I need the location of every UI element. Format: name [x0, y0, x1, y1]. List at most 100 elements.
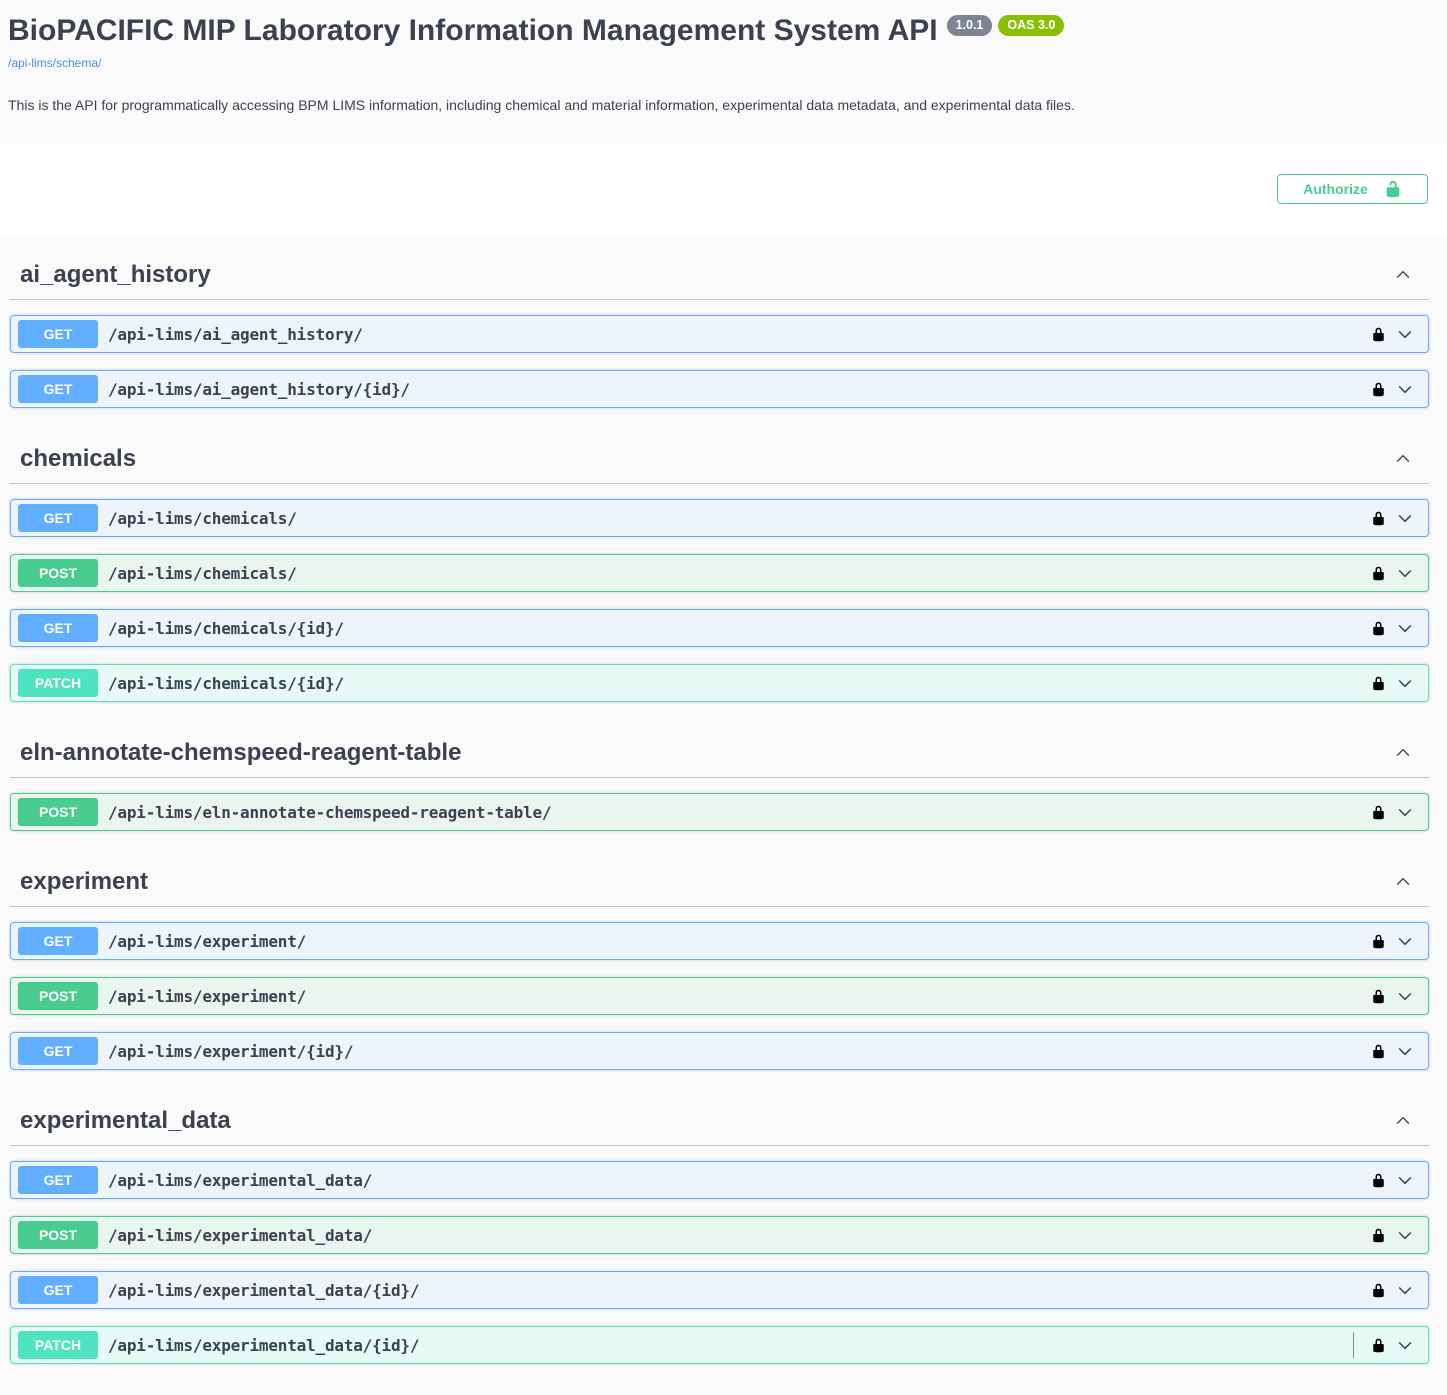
lock-icon[interactable] [1371, 620, 1386, 637]
endpoint-row-controls [1371, 1225, 1415, 1245]
endpoint-row[interactable]: PATCH /api-lims/chemicals/{id}/ [10, 664, 1429, 702]
chevron-down-icon[interactable] [1395, 986, 1415, 1006]
section-title: experiment [20, 868, 148, 896]
section-header[interactable]: chemicals [10, 425, 1429, 484]
endpoint-path[interactable]: /api-lims/experimental_data/ [108, 1171, 372, 1190]
chevron-up-icon[interactable] [1393, 265, 1413, 285]
endpoint-row-controls [1371, 802, 1415, 822]
authorize-label: Authorize [1303, 181, 1368, 197]
chevron-down-icon[interactable] [1395, 802, 1415, 822]
unlock-icon [1384, 180, 1402, 198]
endpoint-path[interactable]: /api-lims/chemicals/{id}/ [108, 674, 344, 693]
endpoint-list: POST /api-lims/eln-annotate-chemspeed-re… [10, 778, 1429, 831]
chevron-up-icon[interactable] [1393, 449, 1413, 469]
section-title: eln-annotate-chemspeed-reagent-table [20, 739, 461, 767]
endpoint-row-controls [1371, 1280, 1415, 1300]
endpoint-row[interactable]: GET /api-lims/chemicals/{id}/ [10, 609, 1429, 647]
api-description: This is the API for programmatically acc… [8, 97, 1439, 113]
section-header[interactable]: experiment [10, 848, 1429, 907]
method-badge: GET [18, 504, 98, 532]
chevron-down-icon[interactable] [1395, 931, 1415, 951]
endpoint-row[interactable]: PATCH /api-lims/experimental_data/{id}/ [10, 1326, 1429, 1364]
endpoint-row-controls [1371, 563, 1415, 583]
lock-icon[interactable] [1371, 1172, 1386, 1189]
lock-icon[interactable] [1371, 1282, 1386, 1299]
lock-icon[interactable] [1371, 988, 1386, 1005]
endpoint-row[interactable]: GET /api-lims/experiment/ [10, 922, 1429, 960]
authorize-button[interactable]: Authorize [1277, 174, 1428, 204]
method-badge: GET [18, 927, 98, 955]
endpoint-list: GET /api-lims/chemicals/ POST /api-lims/… [10, 484, 1429, 702]
endpoint-row-controls [1371, 1041, 1415, 1061]
method-badge: POST [18, 559, 98, 587]
chevron-down-icon[interactable] [1395, 1041, 1415, 1061]
endpoint-row[interactable]: GET /api-lims/experimental_data/ [10, 1161, 1429, 1199]
chevron-up-icon[interactable] [1393, 1111, 1413, 1131]
endpoint-path[interactable]: /api-lims/experiment/ [108, 987, 306, 1006]
lock-icon[interactable] [1371, 381, 1386, 398]
endpoint-path[interactable]: /api-lims/eln-annotate-chemspeed-reagent… [108, 803, 551, 822]
endpoint-row-controls [1371, 673, 1415, 693]
page-title-text: BioPACIFIC MIP Laboratory Information Ma… [8, 13, 938, 49]
chevron-down-icon[interactable] [1395, 673, 1415, 693]
method-badge: POST [18, 1221, 98, 1249]
endpoint-path[interactable]: /api-lims/chemicals/{id}/ [108, 619, 344, 638]
chevron-down-icon[interactable] [1395, 508, 1415, 528]
chevron-down-icon[interactable] [1395, 563, 1415, 583]
endpoint-row[interactable]: GET /api-lims/experimental_data/{id}/ [10, 1271, 1429, 1309]
chevron-down-icon[interactable] [1395, 1280, 1415, 1300]
section-title: chemicals [20, 445, 136, 473]
method-badge: POST [18, 798, 98, 826]
chevron-down-icon[interactable] [1395, 618, 1415, 638]
endpoint-path[interactable]: /api-lims/experimental_data/{id}/ [108, 1336, 419, 1355]
endpoint-path[interactable]: /api-lims/ai_agent_history/ [108, 325, 363, 344]
endpoint-list: GET /api-lims/experimental_data/ POST /a… [10, 1146, 1429, 1364]
endpoint-row[interactable]: GET /api-lims/ai_agent_history/ [10, 315, 1429, 353]
chevron-down-icon[interactable] [1395, 379, 1415, 399]
chevron-up-icon[interactable] [1393, 743, 1413, 763]
endpoint-row[interactable]: POST /api-lims/chemicals/ [10, 554, 1429, 592]
endpoint-row-controls [1371, 986, 1415, 1006]
endpoint-row[interactable]: GET /api-lims/chemicals/ [10, 499, 1429, 537]
endpoint-path[interactable]: /api-lims/ai_agent_history/{id}/ [108, 380, 410, 399]
chevron-up-icon[interactable] [1393, 872, 1413, 892]
endpoint-row-controls [1371, 931, 1415, 951]
chevron-down-icon[interactable] [1395, 324, 1415, 344]
lock-icon[interactable] [1371, 1337, 1386, 1354]
endpoint-row[interactable]: GET /api-lims/ai_agent_history/{id}/ [10, 370, 1429, 408]
method-badge: POST [18, 982, 98, 1010]
endpoint-row[interactable]: GET /api-lims/experiment/{id}/ [10, 1032, 1429, 1070]
chevron-down-icon[interactable] [1395, 1170, 1415, 1190]
endpoint-path[interactable]: /api-lims/chemicals/ [108, 509, 297, 528]
endpoint-row-controls [1371, 324, 1415, 344]
chevron-down-icon[interactable] [1395, 1335, 1415, 1355]
api-info-header: BioPACIFIC MIP Laboratory Information Ma… [0, 0, 1447, 143]
lock-icon[interactable] [1371, 510, 1386, 527]
lock-icon[interactable] [1371, 1043, 1386, 1060]
endpoint-path[interactable]: /api-lims/experiment/ [108, 932, 306, 951]
endpoint-path[interactable]: /api-lims/experimental_data/{id}/ [108, 1281, 419, 1300]
endpoint-row-controls [1371, 618, 1415, 638]
endpoint-row-controls [1353, 1332, 1415, 1358]
method-badge: GET [18, 320, 98, 348]
endpoint-list: GET /api-lims/experiment/ POST /api-lims… [10, 907, 1429, 1070]
endpoint-row[interactable]: POST /api-lims/eln-annotate-chemspeed-re… [10, 793, 1429, 831]
section-header[interactable]: ai_agent_history [10, 241, 1429, 300]
section-header[interactable]: eln-annotate-chemspeed-reagent-table [10, 719, 1429, 778]
section-header[interactable]: experimental_data [10, 1087, 1429, 1146]
lock-icon[interactable] [1371, 326, 1386, 343]
scheme-container: Authorize [0, 143, 1447, 235]
version-badge: 1.0.1 [947, 15, 993, 36]
lock-icon[interactable] [1371, 675, 1386, 692]
chevron-down-icon[interactable] [1395, 1225, 1415, 1245]
lock-icon[interactable] [1371, 565, 1386, 582]
endpoint-path[interactable]: /api-lims/chemicals/ [108, 564, 297, 583]
endpoint-row[interactable]: POST /api-lims/experiment/ [10, 977, 1429, 1015]
lock-icon[interactable] [1371, 1227, 1386, 1244]
lock-icon[interactable] [1371, 933, 1386, 950]
endpoint-path[interactable]: /api-lims/experiment/{id}/ [108, 1042, 353, 1061]
endpoint-row[interactable]: POST /api-lims/experimental_data/ [10, 1216, 1429, 1254]
spec-link[interactable]: /api-lims/schema/ [8, 56, 101, 70]
lock-icon[interactable] [1371, 804, 1386, 821]
endpoint-path[interactable]: /api-lims/experimental_data/ [108, 1226, 372, 1245]
